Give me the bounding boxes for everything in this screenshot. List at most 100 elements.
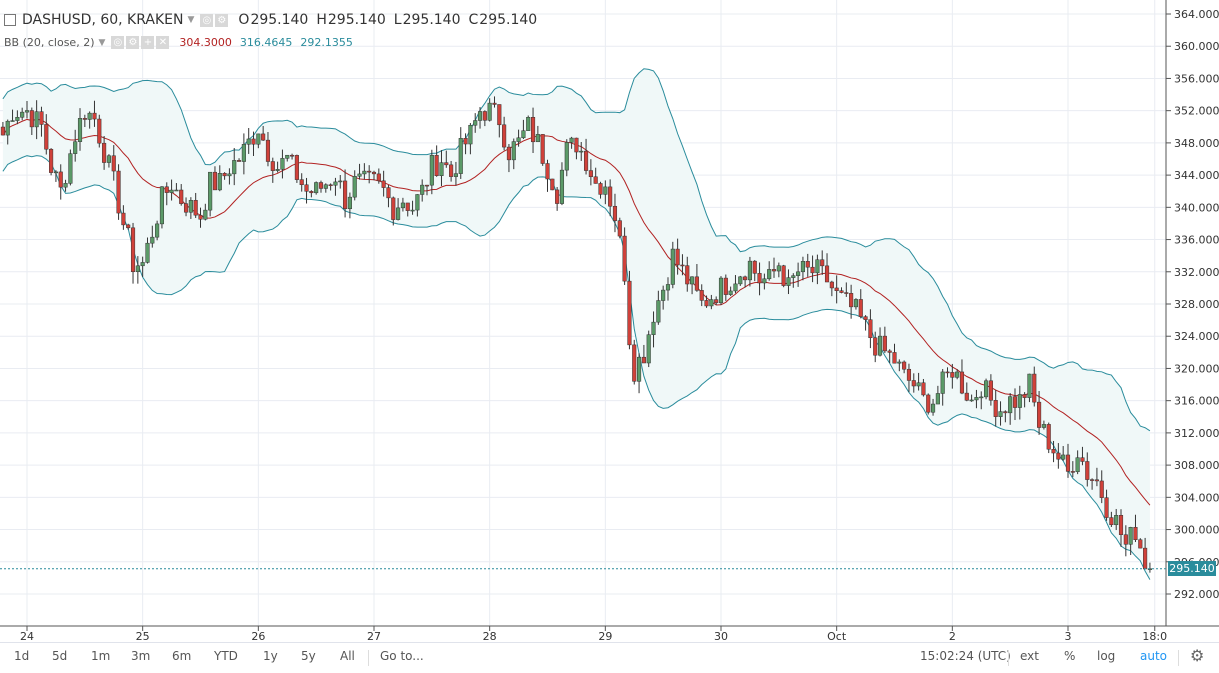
settings-icon[interactable]: ⚙ bbox=[215, 13, 229, 27]
price-chart[interactable]: 292.000296.000300.000304.000308.000312.0… bbox=[0, 0, 1219, 672]
candle-body bbox=[155, 223, 160, 238]
candle-body bbox=[839, 290, 844, 293]
candle-body bbox=[1051, 448, 1056, 454]
eye-icon[interactable]: ◎ bbox=[200, 13, 214, 27]
candle-body bbox=[757, 273, 762, 284]
y-tick-label: 364.000 bbox=[1174, 8, 1219, 21]
candle-body bbox=[405, 202, 410, 211]
grid-lines bbox=[0, 0, 1166, 626]
candle-body bbox=[858, 299, 863, 317]
timeframe-ytd[interactable]: YTD bbox=[214, 649, 238, 663]
candle-body bbox=[603, 186, 608, 195]
eye-icon[interactable]: ◎ bbox=[111, 36, 125, 49]
candle-body bbox=[762, 278, 767, 284]
candle-body bbox=[314, 182, 319, 194]
goto-button[interactable]: Go to... bbox=[380, 649, 424, 663]
candle-body bbox=[371, 171, 377, 175]
symbol-label[interactable]: DASHUSD, 60, KRAKEN bbox=[22, 12, 183, 28]
candle-body bbox=[116, 170, 121, 214]
candle-body bbox=[203, 209, 208, 220]
candle-body bbox=[164, 186, 169, 193]
candle-body bbox=[1118, 515, 1124, 535]
candle-body bbox=[714, 299, 719, 304]
candle-body bbox=[434, 155, 439, 176]
candle-body bbox=[1022, 394, 1027, 398]
timeframe-1d[interactable]: 1d bbox=[14, 649, 29, 663]
candle-body bbox=[873, 337, 878, 356]
candle-body bbox=[1109, 517, 1114, 526]
candle-body bbox=[439, 162, 444, 176]
candle-body bbox=[34, 111, 39, 128]
ext-toggle[interactable]: ext bbox=[1020, 649, 1039, 663]
candle-body bbox=[506, 146, 512, 161]
candle-body bbox=[140, 262, 145, 267]
candle-body bbox=[1032, 373, 1037, 403]
y-tick-label: 324.000 bbox=[1174, 330, 1219, 343]
bb-middle-value: 304.3000 bbox=[179, 36, 232, 49]
candle-body bbox=[487, 102, 492, 121]
candle-body bbox=[583, 150, 589, 171]
candle-body bbox=[386, 187, 391, 199]
candle-body bbox=[637, 356, 642, 382]
plus-icon[interactable]: + bbox=[141, 36, 155, 49]
candle-body bbox=[1133, 527, 1138, 540]
bb-lower-value: 292.1355 bbox=[300, 36, 353, 49]
candle-body bbox=[930, 403, 936, 413]
candle-body bbox=[338, 180, 343, 183]
log-toggle[interactable]: log bbox=[1097, 649, 1115, 663]
ohlc-close-label: C bbox=[468, 12, 479, 28]
candle-body bbox=[550, 178, 555, 191]
chevron-down-icon[interactable]: ▼ bbox=[187, 15, 194, 25]
y-tick-label: 344.000 bbox=[1174, 169, 1219, 182]
candle-body bbox=[945, 371, 950, 374]
candle-body bbox=[593, 176, 598, 184]
collapse-icon[interactable] bbox=[4, 14, 16, 26]
candle-body bbox=[10, 120, 15, 122]
candle-body bbox=[984, 380, 989, 398]
timeframe-6m[interactable]: 6m bbox=[172, 649, 191, 663]
candle-body bbox=[444, 162, 449, 166]
candle-body bbox=[58, 171, 63, 188]
auto-toggle[interactable]: auto bbox=[1140, 649, 1167, 663]
candle-body bbox=[121, 212, 126, 226]
candle-body bbox=[20, 111, 25, 118]
candle-body bbox=[1061, 454, 1066, 460]
candle-body bbox=[622, 235, 627, 282]
candle-body bbox=[849, 293, 854, 308]
candle-body bbox=[352, 176, 357, 198]
candle-body bbox=[752, 260, 757, 274]
candle-body bbox=[1075, 457, 1080, 473]
candle-body bbox=[680, 264, 685, 267]
y-tick-label: 360.000 bbox=[1174, 40, 1219, 53]
timeframe-3m[interactable]: 3m bbox=[131, 649, 150, 663]
settings-icon[interactable]: ⚙ bbox=[126, 36, 140, 49]
candle-body bbox=[126, 224, 131, 229]
candle-body bbox=[699, 290, 704, 301]
candle-body bbox=[959, 371, 965, 394]
candle-body bbox=[468, 124, 473, 145]
close-icon[interactable]: ✕ bbox=[156, 36, 170, 49]
chevron-down-icon[interactable]: ▼ bbox=[99, 38, 106, 48]
candle-body bbox=[492, 102, 497, 105]
timeframe-5y[interactable]: 5y bbox=[301, 649, 316, 663]
timeframe-1y[interactable]: 1y bbox=[263, 649, 278, 663]
candle-body bbox=[193, 200, 198, 216]
indicator-name[interactable]: BB (20, close, 2) bbox=[4, 36, 95, 49]
timeframe-all[interactable]: All bbox=[340, 649, 355, 663]
timeframe-5d[interactable]: 5d bbox=[52, 649, 67, 663]
candle-body bbox=[0, 126, 5, 136]
gear-icon[interactable]: ⚙ bbox=[1190, 646, 1204, 665]
candle-body bbox=[280, 158, 285, 170]
candle-body bbox=[1046, 424, 1051, 450]
candle-body bbox=[1080, 457, 1085, 462]
candle-body bbox=[747, 260, 752, 281]
candle-body bbox=[256, 133, 261, 145]
candle-body bbox=[661, 289, 666, 301]
percent-toggle[interactable]: % bbox=[1064, 649, 1075, 663]
timeframe-1m[interactable]: 1m bbox=[91, 649, 110, 663]
candle-body bbox=[473, 120, 478, 126]
candle-body bbox=[49, 148, 54, 173]
candle-body bbox=[935, 393, 940, 405]
axes: 292.000296.000300.000304.000308.000312.0… bbox=[0, 0, 1219, 643]
candle-body bbox=[106, 155, 111, 163]
